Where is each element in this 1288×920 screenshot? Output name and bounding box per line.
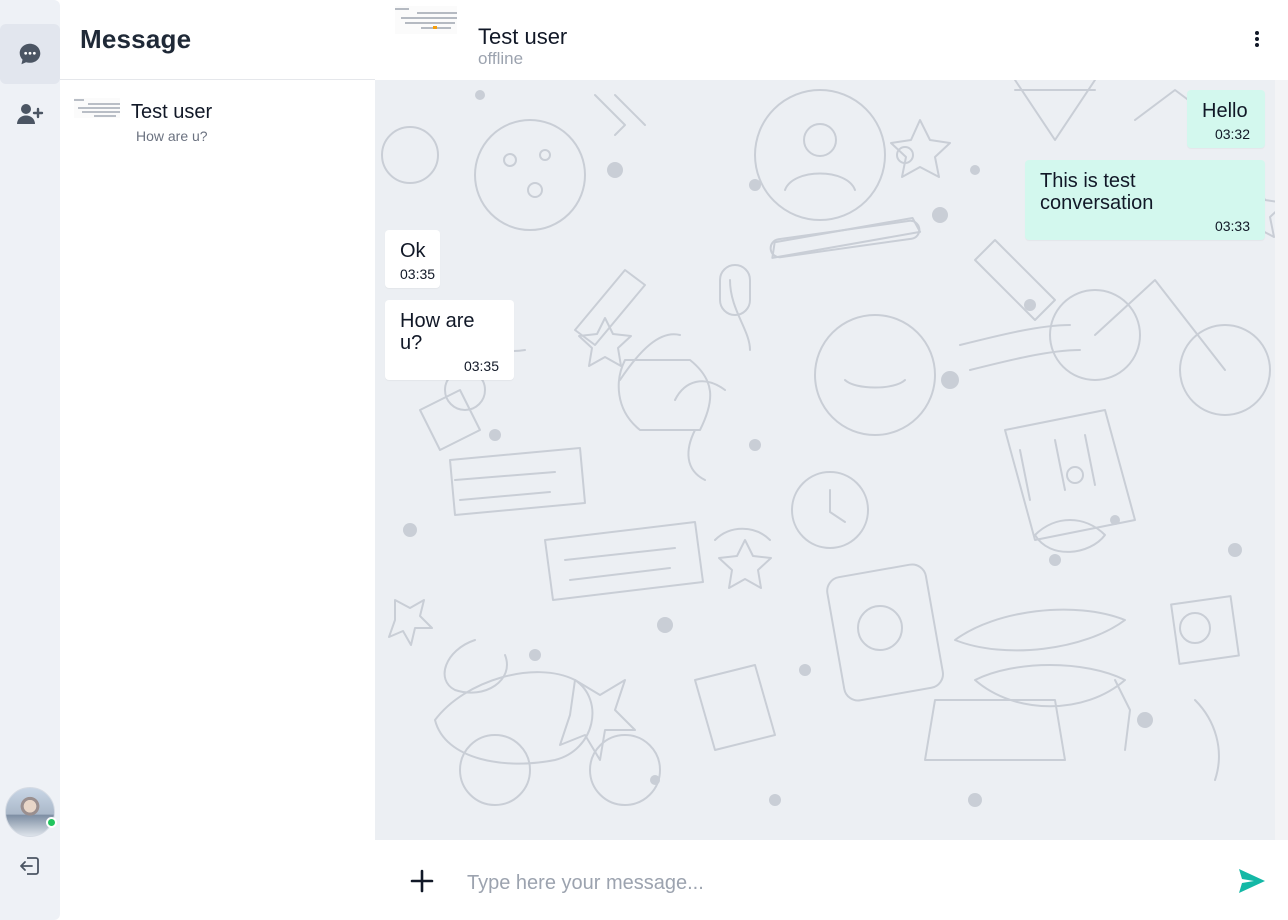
- page-title: Message: [80, 24, 192, 54]
- nav-rail: [0, 0, 60, 920]
- chat-bubble-icon: [19, 43, 41, 65]
- message-time: 03:35: [400, 266, 436, 282]
- message-bubble-incoming[interactable]: Ok 03:35: [385, 230, 440, 288]
- logout-icon: [20, 857, 39, 875]
- conversation-thumbnail: [74, 98, 120, 118]
- message-area[interactable]: Hello 03:32 This is test conversation 03…: [375, 80, 1275, 840]
- conversation-item[interactable]: [60, 80, 375, 156]
- rail-item-messages[interactable]: [0, 24, 60, 84]
- conversation-list-header: Message: [60, 0, 375, 80]
- plus-icon: [410, 869, 434, 893]
- send-icon: [1239, 869, 1265, 893]
- attach-button[interactable]: [405, 866, 439, 896]
- user-avatar[interactable]: [5, 787, 57, 837]
- message-text: Hello: [1202, 100, 1248, 122]
- message-text: How are u?: [400, 310, 475, 354]
- message-bubble-outgoing[interactable]: Hello 03:32: [1187, 90, 1265, 148]
- message-text: This is test conversation: [1040, 170, 1154, 214]
- message-time: 03:35: [463, 358, 499, 374]
- online-status-dot: [46, 817, 57, 828]
- message-time: 03:33: [1214, 218, 1250, 234]
- message-bubble-incoming[interactable]: How are u? 03:35: [385, 300, 514, 380]
- message-input[interactable]: [467, 865, 1207, 901]
- more-vertical-icon: [1255, 31, 1259, 47]
- contact-avatar[interactable]: [395, 6, 457, 34]
- conversation-name: Test user: [131, 101, 213, 123]
- scroll-track[interactable]: [1275, 80, 1288, 840]
- message-bubble-outgoing[interactable]: This is test conversation 03:33: [1025, 160, 1265, 240]
- rail-item-add-contact[interactable]: [0, 84, 60, 144]
- chat-menu-button[interactable]: [1242, 24, 1272, 54]
- message-composer: [375, 840, 1288, 920]
- message-text: Ok: [400, 240, 426, 262]
- chat-header: Test user offline: [375, 0, 1288, 80]
- contact-status: offline: [478, 49, 524, 68]
- messenger-app: Message Test user How are u? Test user o…: [0, 0, 1288, 920]
- send-button[interactable]: [1235, 866, 1269, 896]
- logout-button[interactable]: [0, 836, 60, 896]
- contact-name: Test user: [478, 24, 568, 49]
- message-time: 03:32: [1214, 126, 1250, 142]
- conversation-preview: How are u?: [136, 128, 208, 144]
- conversation-list-panel: Message Test user How are u?: [60, 0, 375, 920]
- add-user-icon: [17, 104, 44, 124]
